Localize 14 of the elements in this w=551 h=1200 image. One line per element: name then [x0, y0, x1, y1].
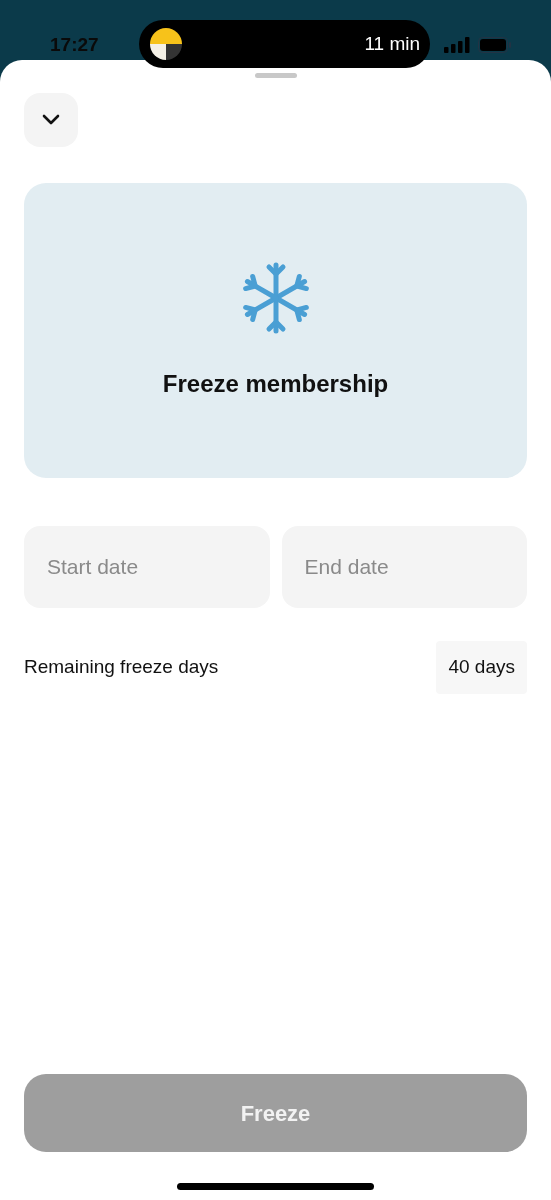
remaining-days-label: Remaining freeze days	[24, 655, 219, 679]
card-title: Freeze membership	[162, 368, 389, 399]
chevron-down-icon	[42, 114, 60, 126]
collapse-button[interactable]	[24, 93, 78, 147]
signal-icon	[444, 37, 470, 53]
status-time: 17:27	[50, 34, 99, 55]
live-activity-pill[interactable]: 11 min	[139, 20, 430, 68]
sheet-grabber[interactable]	[254, 73, 297, 78]
timer-icon	[149, 27, 183, 61]
remaining-days-value: 40 days	[436, 641, 527, 694]
start-date-field[interactable]: Start date	[24, 526, 270, 608]
battery-icon	[478, 37, 512, 53]
end-date-field[interactable]: End date	[281, 526, 527, 608]
timer-text: 11 min	[364, 31, 420, 56]
